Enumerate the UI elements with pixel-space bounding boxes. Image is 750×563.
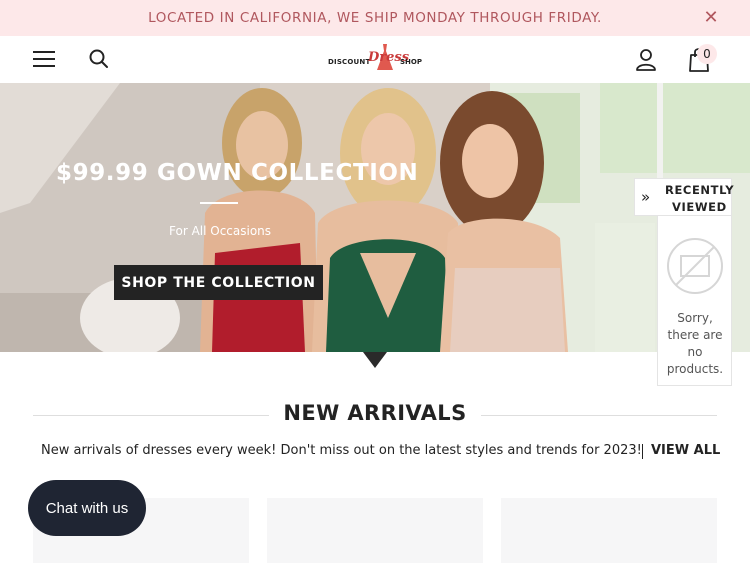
site-header: DISCOUNT Dress SHOP 0 xyxy=(0,36,750,83)
announcement-bar: LOCATED IN CALIFORNIA, WE SHIP MONDAY TH… xyxy=(0,0,750,36)
hero-pointer-arrow xyxy=(363,352,387,368)
recently-viewed-panel: Sorry, there are no products. xyxy=(657,215,732,386)
hamburger-menu-icon[interactable] xyxy=(33,50,55,68)
user-icon[interactable] xyxy=(635,48,657,72)
view-all-link[interactable]: VIEW ALL xyxy=(651,443,720,458)
chat-button[interactable]: Chat with us xyxy=(28,480,146,536)
recently-viewed-label-1: RECENTLY xyxy=(665,183,735,197)
announcement-text: LOCATED IN CALIFORNIA, WE SHIP MONDAY TH… xyxy=(148,10,602,26)
recently-viewed-label-2: VIEWED xyxy=(672,200,727,214)
product-card[interactable] xyxy=(267,498,483,563)
close-icon[interactable]: ✕ xyxy=(702,9,720,27)
new-arrivals-description: New arrivals of dresses every week! Don'… xyxy=(41,443,642,458)
section-divider-left xyxy=(33,415,269,416)
recently-viewed-empty-message: Sorry, there are no products. xyxy=(666,311,724,376)
hero-title: $99.99 GOWN COLLECTION xyxy=(56,160,419,186)
site-logo[interactable]: DISCOUNT Dress SHOP xyxy=(328,42,424,76)
hero-subtitle: For All Occasions xyxy=(169,224,272,238)
hero-image xyxy=(0,83,750,352)
cart-count-badge: 0 xyxy=(697,44,717,64)
shop-collection-button[interactable]: SHOP THE COLLECTION xyxy=(114,265,323,300)
new-arrivals-title: NEW ARRIVALS xyxy=(283,401,467,425)
section-divider-right xyxy=(481,415,717,416)
view-all-separator xyxy=(642,444,643,459)
no-image-icon xyxy=(666,237,724,295)
recently-viewed-toggle[interactable]: » RECENTLY VIEWED xyxy=(634,178,735,216)
hero-banner[interactable]: $99.99 GOWN COLLECTION For All Occasions… xyxy=(0,83,750,352)
hero-divider xyxy=(200,202,238,204)
search-icon[interactable] xyxy=(88,48,110,70)
double-chevron-right-icon: » xyxy=(641,188,651,206)
logo-word-3: SHOP xyxy=(400,58,422,66)
product-card[interactable] xyxy=(501,498,717,563)
logo-word-1: DISCOUNT xyxy=(328,58,371,66)
